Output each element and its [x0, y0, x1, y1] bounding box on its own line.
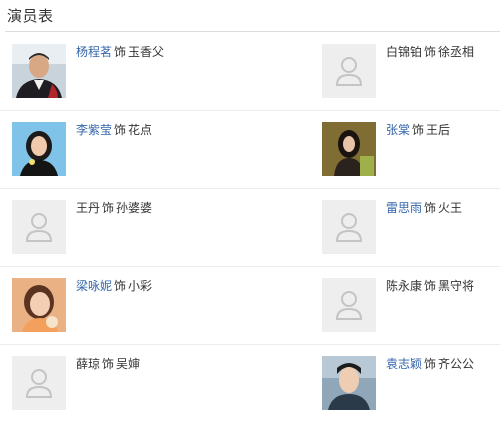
cast-info: 陈永康饰黑守将: [386, 278, 474, 294]
role-name: 黑守将: [438, 279, 475, 293]
role-name: 花点: [128, 123, 153, 137]
role-name: 王后: [426, 123, 451, 137]
cast-row: 杨程茗饰玉香父 白锦铂饰徐丞相: [0, 32, 500, 111]
role-name: 齐公公: [438, 357, 475, 371]
actor-name-link[interactable]: 杨程茗: [76, 45, 112, 59]
person-placeholder-icon: [322, 44, 376, 98]
actor-photo[interactable]: [322, 122, 376, 176]
cast-row: 薛琼饰吴婶 袁志颖饰齐公公: [0, 344, 500, 422]
cast-info: 袁志颖饰齐公公: [386, 356, 474, 372]
actor-name-link[interactable]: 张棠: [386, 123, 410, 137]
actor-photo-placeholder[interactable]: [322, 200, 376, 254]
role-connector: 饰: [114, 123, 127, 137]
person-placeholder-icon: [12, 200, 66, 254]
man-photo-icon: [12, 44, 66, 98]
cast-info: 梁咏妮饰小彩: [76, 278, 152, 294]
cast-entry: 李紫莹饰花点: [12, 122, 312, 178]
actor-photo[interactable]: [12, 122, 66, 176]
actor-photo-placeholder[interactable]: [12, 356, 66, 410]
cast-entry: 薛琼饰吴婶: [12, 356, 312, 412]
cast-row: 梁咏妮饰小彩 陈永康饰黑守将: [0, 266, 500, 345]
role-name: 孙婆婆: [116, 201, 153, 215]
role-name: 徐丞相: [438, 45, 475, 59]
actor-photo[interactable]: [12, 44, 66, 98]
woman-photo-icon: [12, 122, 66, 176]
role-connector: 饰: [412, 123, 425, 137]
cast-row: 李紫莹饰花点 张棠饰王后: [0, 110, 500, 189]
actor-name: 薛琼: [76, 357, 101, 371]
cast-info: 李紫莹饰花点: [76, 122, 152, 138]
role-name: 小彩: [128, 279, 153, 293]
actor-name-link[interactable]: 袁志颖: [386, 357, 422, 371]
person-placeholder-icon: [322, 278, 376, 332]
cast-entry: 王丹饰孙婆婆: [12, 200, 312, 256]
woman-photo-icon: [12, 278, 66, 332]
cast-entry: 张棠饰王后: [322, 122, 500, 178]
man-photo-icon: [322, 356, 376, 410]
cast-entry: 陈永康饰黑守将: [322, 278, 500, 334]
cast-info: 雷思雨饰火王: [386, 200, 462, 216]
role-name: 吴婶: [116, 357, 141, 371]
actor-photo-placeholder[interactable]: [322, 44, 376, 98]
actor-name-link[interactable]: 李紫莹: [76, 123, 112, 137]
role-name: 火王: [438, 201, 463, 215]
actor-photo[interactable]: [322, 356, 376, 410]
cast-entry: 梁咏妮饰小彩: [12, 278, 312, 334]
role-connector: 饰: [102, 357, 115, 371]
role-name: 玉香父: [128, 45, 165, 59]
role-connector: 饰: [102, 201, 115, 215]
actor-photo-placeholder[interactable]: [322, 278, 376, 332]
section-title: 演员表: [7, 7, 54, 25]
cast-section-header: 演员表: [5, 0, 500, 32]
cast-info: 张棠饰王后: [386, 122, 450, 138]
cast-info: 杨程茗饰玉香父: [76, 44, 164, 60]
role-connector: 饰: [424, 357, 437, 371]
actor-photo-placeholder[interactable]: [12, 200, 66, 254]
cast-entry: 雷思雨饰火王: [322, 200, 500, 256]
cast-info: 薛琼饰吴婶: [76, 356, 140, 372]
role-connector: 饰: [424, 201, 437, 215]
cast-row: 王丹饰孙婆婆 雷思雨饰火王: [0, 188, 500, 267]
actor-name: 白锦铂: [386, 45, 423, 59]
actor-name-link[interactable]: 梁咏妮: [76, 279, 112, 293]
cast-entry: 杨程茗饰玉香父: [12, 44, 312, 100]
role-connector: 饰: [424, 279, 437, 293]
woman-photo-icon: [322, 122, 376, 176]
person-placeholder-icon: [12, 356, 66, 410]
cast-info: 王丹饰孙婆婆: [76, 200, 152, 216]
actor-name-link[interactable]: 雷思雨: [386, 201, 422, 215]
actor-photo[interactable]: [12, 278, 66, 332]
cast-info: 白锦铂饰徐丞相: [386, 44, 474, 60]
role-connector: 饰: [114, 45, 127, 59]
cast-entry: 袁志颖饰齐公公: [322, 356, 500, 412]
actor-name: 陈永康: [386, 279, 423, 293]
person-placeholder-icon: [322, 200, 376, 254]
role-connector: 饰: [424, 45, 437, 59]
role-connector: 饰: [114, 279, 127, 293]
actor-name: 王丹: [76, 201, 101, 215]
cast-entry: 白锦铂饰徐丞相: [322, 44, 500, 100]
